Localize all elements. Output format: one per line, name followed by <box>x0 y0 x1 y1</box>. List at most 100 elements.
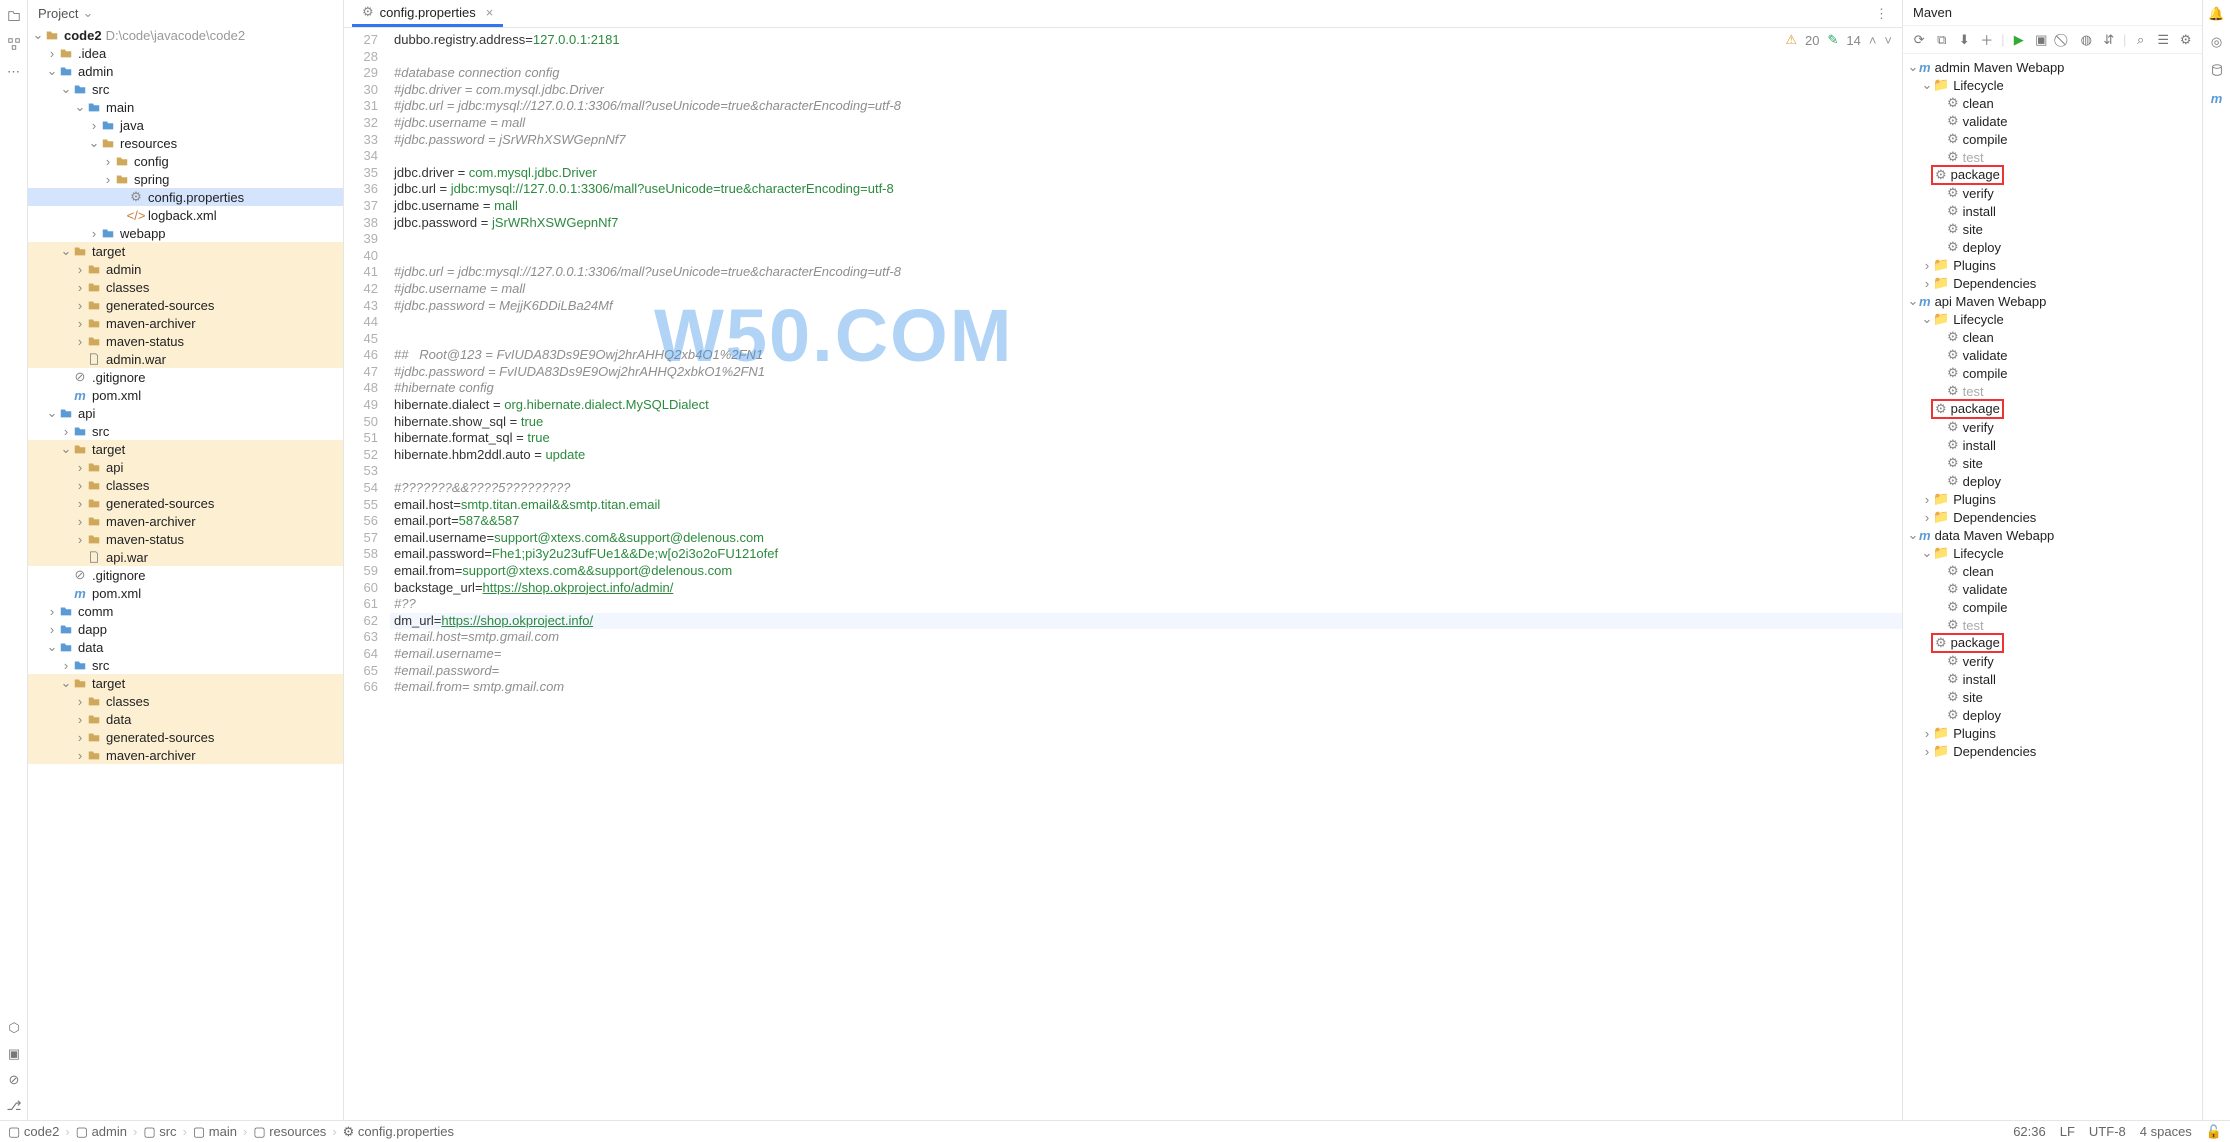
maven-row[interactable]: ⚙site <box>1903 454 2202 472</box>
project-tree[interactable]: ⌄ code2D:\code\javacode\code2 › .idea ⌄ … <box>28 26 343 1142</box>
maven-row[interactable]: ⚙install <box>1903 670 2202 688</box>
maven-row[interactable]: ⚙install <box>1903 202 2202 220</box>
code-line[interactable]: email.username=support@xtexs.com&&suppor… <box>390 530 1902 547</box>
maven-row[interactable]: ⚙deploy <box>1903 472 2202 490</box>
code-line[interactable]: #???????&&????5????????? <box>390 480 1902 497</box>
maven-row[interactable]: ›📁Dependencies <box>1903 742 2202 760</box>
tree-row[interactable]: › classes <box>28 476 343 494</box>
maven-row[interactable]: ⚙site <box>1903 688 2202 706</box>
tree-row[interactable]: </> logback.xml <box>28 206 343 224</box>
code-line[interactable]: #email.from= smtp.gmail.com <box>390 679 1902 696</box>
code-line[interactable]: jdbc.username = mall <box>390 198 1902 215</box>
tree-row[interactable]: ⌄ code2D:\code\javacode\code2 <box>28 26 343 44</box>
maven-row[interactable]: ⚙package <box>1903 634 2202 652</box>
tree-row[interactable]: › src <box>28 656 343 674</box>
line-separator[interactable]: LF <box>2060 1124 2075 1139</box>
tree-row[interactable]: › generated-sources <box>28 296 343 314</box>
tree-row[interactable]: ⌄ data <box>28 638 343 656</box>
readonly-icon[interactable]: 🔓 <box>2206 1124 2222 1140</box>
settings-icon[interactable]: ⚙ <box>2177 31 2194 49</box>
code-line[interactable]: #jdbc.password = MejjK6DDiLBa24Mf <box>390 298 1902 315</box>
code-line[interactable]: email.from=support@xtexs.com&&support@de… <box>390 563 1902 580</box>
maven-row[interactable]: ⚙validate <box>1903 112 2202 130</box>
ai-icon[interactable]: ◎ <box>2209 34 2225 50</box>
tree-row[interactable]: › classes <box>28 278 343 296</box>
maven-row[interactable]: ⚙validate <box>1903 580 2202 598</box>
breadcrumb-item[interactable]: ▢ admin <box>76 1124 127 1140</box>
breadcrumb-item[interactable]: ▢ main <box>193 1124 237 1140</box>
maven-row[interactable]: ⚙clean <box>1903 94 2202 112</box>
tree-row[interactable]: › admin <box>28 260 343 278</box>
maven-row[interactable]: ⌄📁Lifecycle <box>1903 76 2202 94</box>
tab-menu-icon[interactable]: ⋮ <box>1869 6 1894 22</box>
maven-row[interactable]: ⚙compile <box>1903 598 2202 616</box>
code-line[interactable]: ## Root@123 = FvIUDA83Ds9E9Owj2hrAHHQ2xb… <box>390 347 1902 364</box>
maven-row[interactable]: ⚙clean <box>1903 328 2202 346</box>
maven-row[interactable]: ⚙test <box>1903 148 2202 166</box>
tree-row[interactable]: › classes <box>28 692 343 710</box>
code-line[interactable]: #email.password= <box>390 663 1902 680</box>
code-line[interactable] <box>390 148 1902 165</box>
maven-row[interactable]: ⚙install <box>1903 436 2202 454</box>
tree-row[interactable]: admin.war <box>28 350 343 368</box>
tree-row[interactable]: ⌄ src <box>28 80 343 98</box>
tree-row[interactable]: ⌄ resources <box>28 134 343 152</box>
code-line[interactable]: email.password=Fhe1;pi3y2u23ufFUe1&&De;w… <box>390 546 1902 563</box>
maven-row[interactable]: ⌄mdata Maven Webapp <box>1903 526 2202 544</box>
code-line[interactable] <box>390 231 1902 248</box>
code-line[interactable]: hibernate.format_sql = true <box>390 430 1902 447</box>
code-line[interactable] <box>390 314 1902 331</box>
breadcrumb-item[interactable]: ▢ code2 <box>8 1124 59 1140</box>
code-line[interactable]: #jdbc.password = jSrWRhXSWGepnNf7 <box>390 132 1902 149</box>
tree-row[interactable]: › api <box>28 458 343 476</box>
tree-row[interactable]: › config <box>28 152 343 170</box>
code-line[interactable]: #jdbc.username = mall <box>390 281 1902 298</box>
structure-icon[interactable] <box>6 36 22 52</box>
maven-row[interactable]: ⚙verify <box>1903 184 2202 202</box>
tree-row[interactable]: › maven-status <box>28 530 343 548</box>
maven-row[interactable]: ⚙site <box>1903 220 2202 238</box>
maven-row[interactable]: ⚙deploy <box>1903 238 2202 256</box>
collapse-icon[interactable]: ⇵ <box>2101 31 2118 49</box>
run-icon[interactable]: ▶ <box>2010 31 2027 49</box>
tree-row[interactable]: › comm <box>28 602 343 620</box>
maven-row[interactable]: ⚙verify <box>1903 652 2202 670</box>
maven-row[interactable]: ⌄📁Lifecycle <box>1903 544 2202 562</box>
code-line[interactable]: jdbc.password = jSrWRhXSWGepnNf7 <box>390 215 1902 232</box>
code-line[interactable] <box>390 463 1902 480</box>
code-content[interactable]: dubbo.registry.address=127.0.0.1:2181 #d… <box>390 28 1902 1142</box>
maven-row[interactable]: ⚙test <box>1903 382 2202 400</box>
maven-row[interactable]: ⌄📁Lifecycle <box>1903 310 2202 328</box>
code-line[interactable]: dubbo.registry.address=127.0.0.1:2181 <box>390 32 1902 49</box>
tree-row[interactable]: › spring <box>28 170 343 188</box>
maven-tree[interactable]: ⌄madmin Maven Webapp⌄📁Lifecycle⚙clean⚙va… <box>1903 54 2202 1142</box>
tree-row[interactable]: › webapp <box>28 224 343 242</box>
breadcrumb-item[interactable]: ▢ resources <box>253 1124 326 1140</box>
add-icon[interactable]: ＋ <box>1979 31 1996 49</box>
breadcrumb-item[interactable]: ▢ src <box>143 1124 176 1140</box>
code-line[interactable]: backstage_url=https://shop.okproject.inf… <box>390 580 1902 597</box>
code-line[interactable] <box>390 331 1902 348</box>
tree-row[interactable]: › data <box>28 710 343 728</box>
code-line[interactable]: #hibernate config <box>390 380 1902 397</box>
maven-row[interactable]: ⌄madmin Maven Webapp <box>1903 58 2202 76</box>
maven-row[interactable]: ⚙deploy <box>1903 706 2202 724</box>
maven-row[interactable]: ›📁Plugins <box>1903 256 2202 274</box>
code-line[interactable] <box>390 248 1902 265</box>
tree-row[interactable]: ⌄ main <box>28 98 343 116</box>
diagram-icon[interactable]: ☰ <box>2155 31 2172 49</box>
code-line[interactable] <box>390 49 1902 66</box>
maven-row[interactable]: ⚙package <box>1903 166 2202 184</box>
maven-row[interactable]: ›📁Dependencies <box>1903 508 2202 526</box>
refresh-icon[interactable]: ⟳ <box>1911 31 1928 49</box>
maven-row[interactable]: ⚙verify <box>1903 418 2202 436</box>
maven-row[interactable]: ›📁Plugins <box>1903 490 2202 508</box>
execute-icon[interactable]: ▣ <box>2033 31 2050 49</box>
indent-setting[interactable]: 4 spaces <box>2140 1124 2192 1139</box>
tree-row[interactable]: ⌄ target <box>28 674 343 692</box>
tree-row[interactable]: api.war <box>28 548 343 566</box>
maven-row[interactable]: ›📁Dependencies <box>1903 274 2202 292</box>
code-line[interactable]: jdbc.url = jdbc:mysql://127.0.0.1:3306/m… <box>390 181 1902 198</box>
code-line[interactable]: jdbc.driver = com.mysql.jdbc.Driver <box>390 165 1902 182</box>
tree-row[interactable]: › .idea <box>28 44 343 62</box>
